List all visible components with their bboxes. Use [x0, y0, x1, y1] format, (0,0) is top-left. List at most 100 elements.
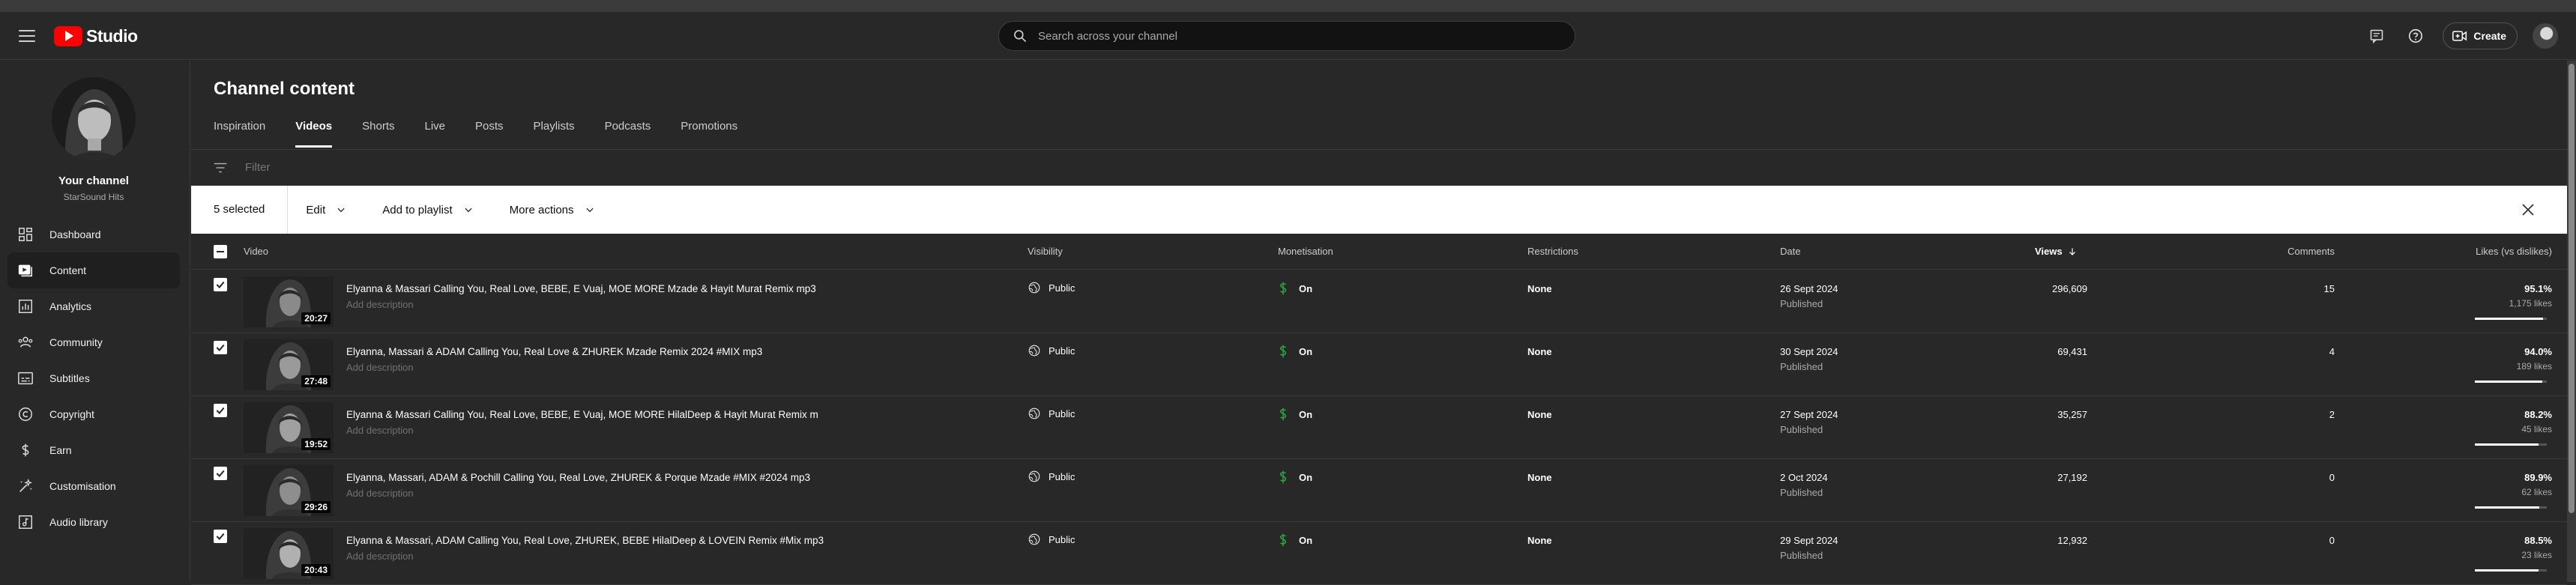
sidebar-item-dashboard[interactable]: Dashboard — [7, 216, 180, 252]
globe-icon — [1028, 470, 1040, 482]
column-views[interactable]: Views — [2035, 234, 2078, 270]
video-title[interactable]: Elyanna & Massari Calling You, Real Love… — [346, 283, 816, 294]
video-description[interactable]: Add description — [346, 425, 414, 436]
visibility-cell[interactable]: Public — [1028, 344, 1075, 357]
likes-ratio-fill — [2475, 381, 2543, 383]
table-row[interactable]: 29:26 Elyanna, Massari, ADAM & Pochill Ca… — [191, 459, 2567, 522]
channel-avatar[interactable] — [52, 77, 136, 161]
monetisation-cell[interactable]: On — [1278, 470, 1312, 485]
monetisation-cell[interactable]: On — [1278, 344, 1312, 359]
video-description[interactable]: Add description — [346, 362, 414, 373]
row-checkbox[interactable] — [214, 530, 227, 543]
monetisation-cell[interactable]: On — [1278, 407, 1312, 422]
column-date[interactable]: Date — [1780, 234, 1800, 270]
visibility-cell[interactable]: Public — [1028, 470, 1075, 483]
table-row[interactable]: 19:52 Elyanna & Massari Calling You, Real… — [191, 396, 2567, 459]
account-avatar[interactable] — [2533, 23, 2558, 49]
help-icon[interactable] — [2404, 24, 2428, 48]
video-thumbnail[interactable]: 29:26 — [244, 465, 334, 516]
views-count: 35,257 — [2057, 409, 2087, 420]
close-icon[interactable] — [2519, 201, 2537, 219]
video-title[interactable]: Elyanna, Massari, ADAM & Pochill Calling… — [346, 472, 810, 483]
sidebar-item-analytics[interactable]: Analytics — [7, 288, 180, 324]
tab-shorts[interactable]: Shorts — [362, 115, 394, 149]
monetisation-label: On — [1299, 471, 1313, 483]
video-thumbnail[interactable]: 20:43 — [244, 528, 334, 579]
create-video-icon — [2452, 31, 2467, 41]
table-row[interactable]: 27:48 Elyanna, Massari & ADAM Calling You… — [191, 333, 2567, 396]
tab-posts[interactable]: Posts — [475, 115, 504, 149]
likes-percentage: 95.1% — [2524, 283, 2552, 294]
video-thumbnail[interactable]: 20:27 — [244, 276, 334, 327]
visibility-label: Public — [1049, 470, 1076, 482]
video-title[interactable]: Elyanna, Massari & ADAM Calling You, Rea… — [346, 346, 762, 357]
checkmark-icon — [216, 344, 225, 352]
likes-percentage: 94.0% — [2524, 346, 2552, 357]
table-row[interactable]: 20:43 Elyanna & Massari, ADAM Calling You… — [191, 522, 2567, 585]
sidebar-item-audio-library[interactable]: Audio library — [7, 504, 180, 540]
add-to-playlist-dropdown[interactable]: Add to playlist — [364, 195, 491, 225]
logo-text: Studio — [86, 25, 138, 46]
tab-live[interactable]: Live — [425, 115, 446, 149]
comments-count[interactable]: 15 — [2260, 283, 2335, 294]
sidebar-item-copyright[interactable]: Copyright — [7, 396, 180, 432]
visibility-cell[interactable]: Public — [1028, 533, 1075, 546]
video-description[interactable]: Add description — [346, 488, 414, 499]
table-row[interactable]: 20:27 Elyanna & Massari Calling You, Real… — [191, 270, 2567, 333]
monetisation-cell[interactable]: On — [1278, 533, 1312, 548]
edit-dropdown[interactable]: Edit — [288, 195, 364, 225]
select-all-checkbox[interactable] — [214, 245, 227, 258]
sidebar-item-content[interactable]: Content — [7, 252, 180, 288]
row-checkbox[interactable] — [214, 404, 227, 417]
tab-playlists[interactable]: Playlists — [534, 115, 575, 149]
analytics-icon — [19, 300, 32, 313]
comments-count[interactable]: 4 — [2260, 346, 2335, 357]
column-likes[interactable]: Likes (vs dislikes) — [2432, 234, 2552, 270]
visibility-label: Public — [1049, 345, 1076, 357]
views-count: 27,192 — [2057, 472, 2087, 483]
column-comments[interactable]: Comments — [2260, 234, 2335, 270]
comments-count[interactable]: 0 — [2260, 535, 2335, 546]
feedback-icon[interactable] — [2365, 24, 2389, 48]
visibility-cell[interactable]: Public — [1028, 407, 1075, 420]
filter-icon[interactable] — [212, 160, 229, 176]
monetisation-cell[interactable]: On — [1278, 281, 1312, 296]
hamburger-menu-icon[interactable] — [15, 24, 39, 48]
video-description[interactable]: Add description — [346, 551, 414, 562]
publish-status: Published — [1780, 550, 1824, 561]
sidebar-item-label: Customisation — [49, 480, 116, 492]
tab-podcasts[interactable]: Podcasts — [605, 115, 651, 149]
sidebar-item-earn[interactable]: Earn — [7, 432, 180, 468]
visibility-cell[interactable]: Public — [1028, 281, 1075, 294]
video-title[interactable]: Elyanna & Massari, ADAM Calling You, Rea… — [346, 535, 824, 546]
comments-count[interactable]: 0 — [2260, 472, 2335, 483]
row-checkbox[interactable] — [214, 341, 227, 354]
row-checkbox[interactable] — [214, 467, 227, 480]
create-button[interactable]: Create — [2443, 22, 2518, 49]
sidebar-item-label: Analytics — [49, 300, 92, 312]
column-monetisation: Monetisation — [1278, 246, 1333, 257]
sidebar-item-customisation[interactable]: Customisation — [7, 468, 180, 504]
tab-videos[interactable]: Videos — [295, 115, 332, 149]
sidebar-item-community[interactable]: Community — [7, 324, 180, 360]
video-thumbnail[interactable]: 19:52 — [244, 402, 334, 453]
video-thumbnail[interactable]: 27:48 — [244, 339, 334, 390]
more-actions-dropdown[interactable]: More actions — [492, 195, 613, 225]
top-header: Studio Create — [0, 12, 2576, 60]
page-scrollbar[interactable] — [2567, 61, 2576, 582]
filter-input[interactable] — [245, 161, 545, 174]
column-views-label: Views — [2035, 246, 2063, 257]
sidebar-item-label: Audio library — [49, 516, 108, 528]
comments-count[interactable]: 2 — [2260, 409, 2335, 420]
views-count: 296,609 — [2052, 283, 2087, 294]
search-input[interactable] — [1038, 29, 1525, 43]
tab-promotions[interactable]: Promotions — [681, 115, 737, 149]
row-checkbox[interactable] — [214, 278, 227, 291]
video-description[interactable]: Add description — [346, 299, 414, 310]
studio-logo[interactable]: Studio — [54, 25, 138, 46]
video-title[interactable]: Elyanna & Massari Calling You, Real Love… — [346, 409, 818, 420]
audio-library-icon — [19, 515, 32, 529]
sidebar-item-subtitles[interactable]: Subtitles — [7, 360, 180, 396]
search-bar[interactable] — [998, 21, 1575, 51]
tab-inspiration[interactable]: Inspiration — [214, 115, 265, 149]
